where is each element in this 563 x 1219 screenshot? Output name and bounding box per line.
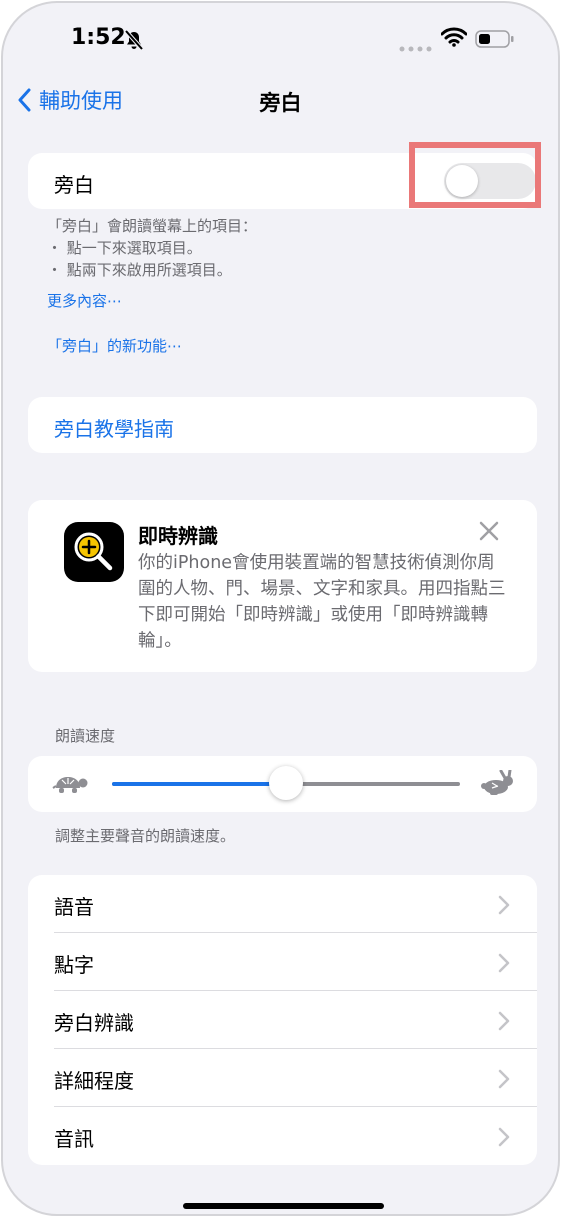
voiceover-label: 旁白 xyxy=(54,173,94,197)
chevron-right-icon xyxy=(498,1069,510,1089)
signal-dots-icon xyxy=(399,37,433,56)
chevron-right-icon xyxy=(498,1127,510,1147)
list-item-label: 詳細程度 xyxy=(54,1069,134,1093)
wifi-icon xyxy=(440,27,468,51)
live-recognition-title: 即時辨識 xyxy=(138,524,218,548)
voiceover-tutorial-button[interactable]: 旁白教學指南 xyxy=(28,397,537,453)
list-item-label: 語音 xyxy=(54,895,94,919)
list-item-verbosity[interactable]: 詳細程度 xyxy=(28,1049,537,1107)
page-title: 旁白 xyxy=(259,91,302,115)
speaking-rate-slider-row xyxy=(28,756,537,812)
voiceover-bullet-2: ・ 點兩下來啟用所選項目。 xyxy=(47,261,232,279)
highlight-box xyxy=(409,142,541,208)
rabbit-icon xyxy=(480,768,518,800)
speaking-rate-header: 朗讀速度 xyxy=(55,727,116,745)
live-recognition-card: 即時辨識 你的iPhone會使用裝置端的智慧技術偵測你周圍的人物、門、場景、文字… xyxy=(28,500,537,672)
list-item-speech[interactable]: 語音 xyxy=(28,875,537,933)
slider-thumb[interactable] xyxy=(269,766,303,800)
settings-list: 語音 點字 旁白辨識 詳細程度 音訊 xyxy=(28,875,537,1165)
tutorial-label: 旁白教學指南 xyxy=(54,417,174,441)
speaking-rate-footer: 調整主要聲音的朗讀速度。 xyxy=(55,827,236,845)
navigation-bar: 輔助使用 旁白 xyxy=(3,79,558,123)
status-time: 1:52 xyxy=(71,25,126,50)
whats-new-link[interactable]: 「旁白」的新功能⋯ xyxy=(47,335,182,356)
list-item-audio[interactable]: 音訊 xyxy=(28,1107,537,1165)
close-icon[interactable] xyxy=(478,520,500,546)
list-item-label: 旁白辨識 xyxy=(54,1011,134,1035)
turtle-icon xyxy=(52,770,90,800)
chevron-right-icon xyxy=(498,1011,510,1031)
list-item-label: 點字 xyxy=(54,953,94,977)
slider-fill xyxy=(112,782,286,786)
chevron-right-icon xyxy=(498,953,510,973)
live-recognition-text: 你的iPhone會使用裝置端的智慧技術偵測你周圍的人物、門、場景、文字和家具。用… xyxy=(138,553,506,651)
list-item-voiceover-recognition[interactable]: 旁白辨識 xyxy=(28,991,537,1049)
battery-icon xyxy=(475,29,515,53)
learn-more-link[interactable]: 更多內容⋯ xyxy=(47,290,122,311)
silent-bell-icon xyxy=(123,29,145,55)
home-indicator[interactable] xyxy=(183,1203,384,1209)
list-item-braille[interactable]: 點字 xyxy=(28,933,537,991)
list-item-label: 音訊 xyxy=(54,1127,94,1151)
voiceover-description: 「旁白」會朗讀螢幕上的項目： xyxy=(47,217,258,235)
status-bar: 1:52 xyxy=(3,3,558,73)
chevron-right-icon xyxy=(498,895,510,915)
magnifier-icon xyxy=(64,522,124,582)
voiceover-bullet-1: ・ 點一下來選取項目。 xyxy=(47,239,202,257)
